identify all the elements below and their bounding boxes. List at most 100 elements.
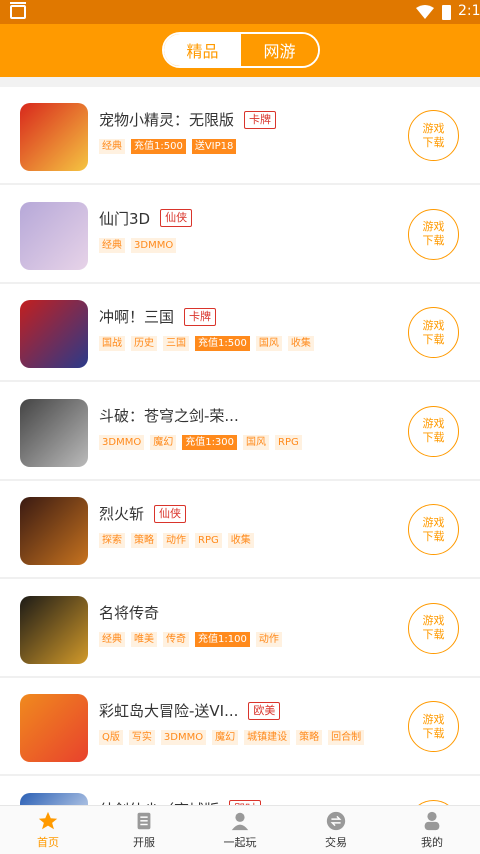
category-badge: 欧美	[248, 701, 281, 720]
game-thumbnail[interactable]	[20, 694, 88, 762]
tag: 魔幻	[212, 730, 239, 745]
game-name: 彩虹岛大冒险-送VI...	[99, 702, 239, 720]
tag: 策略	[296, 730, 323, 745]
game-list[interactable]: 宠物小精灵：无限版 卡牌 经典 充值1:500 送VIP18 游戏 下载 仙门3D 仙侠 经典 3D…	[0, 77, 480, 805]
tag: 探索	[99, 533, 125, 548]
download-label-2: 下载	[422, 529, 445, 543]
game-name: 烈火斩	[99, 505, 145, 523]
tab-featured[interactable]: 精品	[164, 34, 241, 66]
tag: 经典	[99, 631, 125, 647]
title-line: 彩虹岛大冒险-送VI... 欧美	[99, 700, 281, 721]
tag: 充值1:500	[195, 336, 250, 351]
nav-trade-label: 交易	[325, 836, 347, 849]
download-button[interactable]: 游戏下载	[408, 405, 459, 457]
tag: 经典	[99, 237, 125, 253]
game-thumbnail[interactable]	[20, 398, 88, 467]
bottom-nav: 首页 开服 一起玩 交易 我的	[0, 805, 480, 854]
download-button[interactable]: 游戏下载	[408, 307, 459, 358]
game-name: 冲啊！三国	[99, 308, 175, 326]
tag: 3DMMO	[131, 237, 177, 253]
game-thumbnail[interactable]	[20, 300, 88, 368]
tag-list: Q版 写实 3DMMO 魔幻 城镇建设 策略 回合制	[99, 730, 370, 745]
download-button[interactable]: 游戏下载	[408, 504, 459, 555]
list-item[interactable]: 仗剑仙尘（商城版即时游戏下载	[0, 776, 480, 805]
category-badge: 仙侠	[160, 209, 193, 227]
download-label-1: 游戏	[422, 417, 445, 430]
tag: Q版	[99, 730, 123, 745]
tab-online[interactable]: 网游	[241, 34, 318, 66]
tag: 历史	[131, 336, 157, 351]
tag: 唯美	[131, 631, 157, 647]
download-label-2: 下载	[422, 234, 445, 247]
title-line: 斗破：苍穹之剑-荣...	[99, 405, 239, 426]
nav-play[interactable]: 一起玩	[192, 806, 288, 854]
category-badge: 卡牌	[184, 307, 217, 326]
tag: 策略	[131, 533, 157, 548]
nav-server-label: 开服	[133, 836, 155, 849]
list-item[interactable]: 烈火斩 仙侠 探索 策略 动作 RPG 收集 游戏 下载	[0, 481, 480, 579]
tag: RPG	[195, 533, 222, 548]
tag-list: 经典 3DMMO	[99, 237, 182, 253]
tag-list: 经典 唯美 传奇 充值1:100 动作	[99, 631, 288, 647]
download-label-1: 游戏	[422, 515, 445, 529]
category-badge: 卡牌	[244, 110, 277, 129]
list-icon	[137, 812, 151, 830]
download-button[interactable]: 游戏下载	[408, 602, 459, 654]
tag-list: 经典 充值1:500 送VIP18	[99, 139, 242, 154]
nav-mine[interactable]: 我的	[384, 806, 480, 854]
tag-list: 探索 策略 动作 RPG 收集	[99, 533, 260, 548]
download-label-2: 下载	[422, 628, 445, 641]
people-icon	[231, 812, 249, 831]
nav-server[interactable]: 开服	[96, 806, 192, 854]
list-top-gap	[0, 77, 480, 87]
tag: 城镇建设	[244, 730, 291, 745]
game-thumbnail[interactable]	[20, 497, 88, 565]
tag: 回合制	[328, 730, 365, 745]
game-thumbnail[interactable]	[20, 103, 88, 171]
download-button[interactable]: 游戏下载	[408, 208, 459, 260]
download-label-1: 游戏	[422, 220, 445, 233]
game-name: 斗破：苍穹之剑-荣...	[99, 406, 239, 425]
nav-mine-label: 我的	[421, 836, 443, 849]
nav-play-label: 一起玩	[223, 836, 257, 849]
title-line: 名将传奇	[99, 602, 159, 623]
battery-icon	[442, 5, 451, 20]
tag: 传奇	[163, 631, 189, 647]
list-item[interactable]: 彩虹岛大冒险-送VI... 欧美 Q版 写实 3DMMO 魔幻 城镇建设 策略 回合制 游戏 下载	[0, 678, 480, 776]
download-button[interactable]: 游戏下载	[408, 110, 459, 161]
tag: 充值1:100	[195, 631, 250, 647]
list-item[interactable]: 斗破：苍穹之剑-荣... 3DMMO 魔幻 充值1:300 国风 RPG 游戏 下载	[0, 382, 480, 481]
list-item[interactable]: 仙门3D 仙侠经典 3DMMO 游戏 下载	[0, 185, 480, 284]
download-label-1: 游戏	[422, 712, 445, 726]
list-item[interactable]: 名将传奇经典 唯美 传奇 充值1:100 动作 游戏 下载	[0, 579, 480, 678]
clock: 2:16	[458, 3, 480, 19]
user-icon	[424, 811, 440, 831]
tag: 充值1:500	[131, 139, 186, 154]
exchange-icon	[326, 811, 346, 831]
game-thumbnail[interactable]	[20, 792, 88, 805]
notification-icon	[10, 2, 26, 19]
nav-home[interactable]: 首页	[0, 806, 96, 854]
game-thumbnail[interactable]	[20, 595, 88, 664]
game-thumbnail[interactable]	[20, 201, 88, 270]
tag: 国风	[255, 336, 282, 351]
download-button[interactable]: 游戏下载	[408, 701, 459, 752]
tag: 3DMMO	[99, 434, 145, 450]
list-item[interactable]: 冲啊！三国 卡牌 国战 历史 三国 充值1:500 国风 收集 游戏 下载	[0, 284, 480, 382]
header: 精品 网游	[0, 24, 480, 77]
tag-list: 3DMMO 魔幻 充值1:300 国风 RPG	[99, 434, 308, 450]
download-label-1: 游戏	[422, 318, 445, 332]
game-name: 宠物小精灵：无限版	[99, 111, 235, 129]
download-label-2: 下载	[422, 332, 445, 346]
title-line: 仙门3D 仙侠	[99, 208, 193, 229]
status-bar: 2:16	[0, 0, 480, 24]
tag-list: 国战 历史 三国 充值1:500 国风 收集	[99, 336, 320, 351]
download-label-2: 下载	[422, 135, 445, 149]
nav-trade[interactable]: 交易	[288, 806, 384, 854]
title-line: 宠物小精灵：无限版 卡牌	[99, 109, 277, 130]
list-item[interactable]: 宠物小精灵：无限版 卡牌 经典 充值1:500 送VIP18 游戏 下载	[0, 87, 480, 185]
star-icon	[38, 811, 58, 830]
download-label-2: 下载	[422, 431, 445, 444]
tag: 收集	[287, 336, 314, 351]
nav-home-label: 首页	[37, 836, 59, 849]
